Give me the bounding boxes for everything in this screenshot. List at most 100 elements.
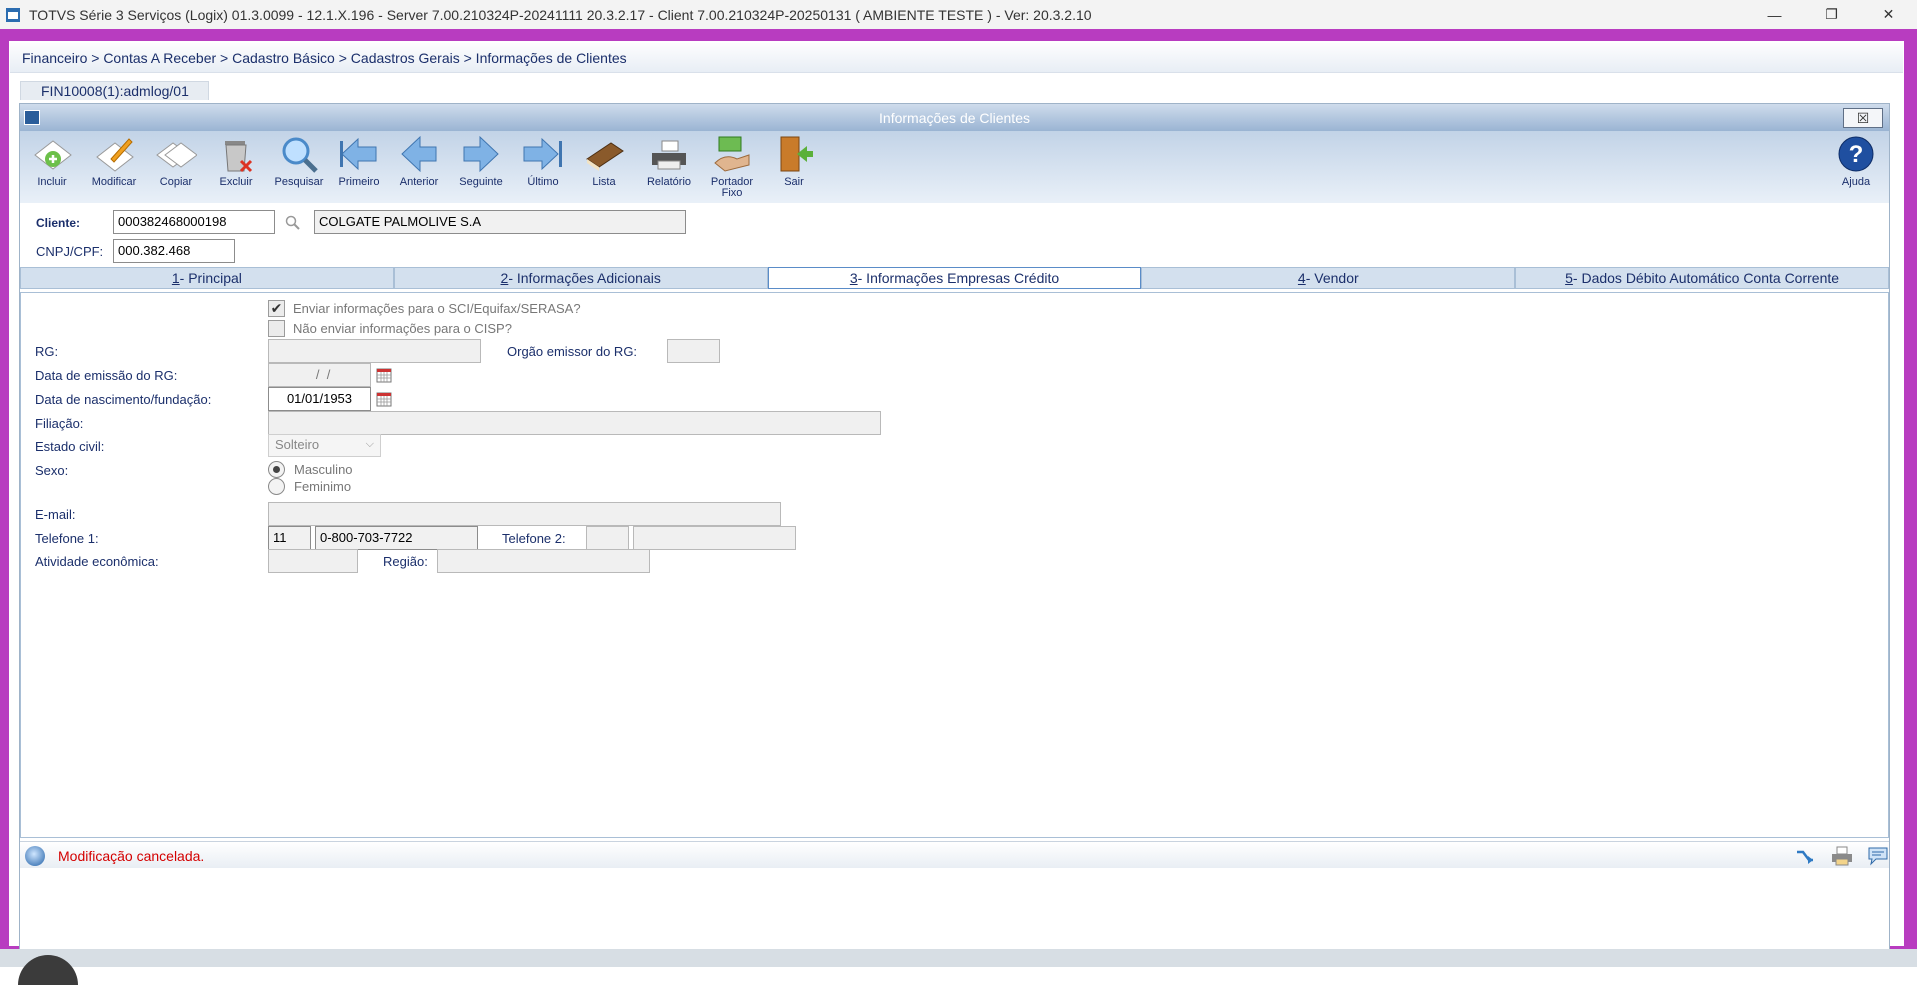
taskbar-strip: [0, 949, 1917, 985]
copiar-label: Copiar: [159, 176, 193, 188]
primeiro-button[interactable]: Primeiro: [333, 133, 385, 201]
first-arrow-icon: [338, 133, 380, 175]
window-close-button[interactable]: ☒: [1843, 108, 1883, 128]
regiao-input[interactable]: [437, 549, 650, 573]
window-title: TOTVS Série 3 Serviços (Logix) 01.3.0099…: [29, 6, 1092, 23]
relatorio-button[interactable]: Relatório: [643, 133, 695, 201]
anterior-button[interactable]: Anterior: [393, 133, 445, 201]
portador-fixo-label: Portador Fixo: [710, 176, 754, 199]
ultimo-label: Último: [527, 176, 559, 188]
tab-vendor[interactable]: 4 - Vendor: [1141, 267, 1516, 289]
email-input[interactable]: [268, 502, 781, 526]
trash-icon: [215, 133, 257, 175]
anterior-label: Anterior: [399, 176, 439, 188]
modificar-label: Modificar: [91, 176, 137, 188]
telefone2-number-input[interactable]: [633, 526, 796, 550]
restore-button[interactable]: ❐: [1803, 0, 1860, 29]
link-icon[interactable]: [1792, 845, 1816, 867]
print-status-icon[interactable]: [1830, 845, 1854, 867]
telefone2-ddd-input[interactable]: [586, 526, 629, 550]
cliente-code-input[interactable]: 000382468000198: [113, 210, 275, 234]
ajuda-button[interactable]: ? Ajuda: [1830, 133, 1882, 201]
message-icon[interactable]: [1866, 845, 1890, 867]
calendar-icon[interactable]: [376, 391, 392, 407]
data-emissao-label: Data de emissão do RG:: [35, 368, 178, 383]
book-icon: [583, 133, 625, 175]
rg-input[interactable]: [268, 339, 481, 363]
window-icon: [24, 110, 40, 125]
cliente-name-input[interactable]: COLGATE PALMOLIVE S.A: [314, 210, 686, 234]
telefone1-ddd-input[interactable]: 11: [268, 526, 311, 550]
sexo-feminino-label: Feminimo: [294, 479, 352, 494]
portador-fixo-button[interactable]: Portador Fixo: [706, 133, 758, 201]
tab-informacoes-empresas-credito[interactable]: 3 - Informações Empresas Crédito: [767, 267, 1142, 289]
rg-label: RG:: [35, 344, 59, 359]
magnifier-icon: [278, 133, 320, 175]
incluir-button[interactable]: Incluir: [26, 133, 78, 201]
calendar-icon[interactable]: [376, 367, 392, 383]
left-arrow-icon: [398, 133, 440, 175]
atividade-economica-input[interactable]: [268, 549, 358, 573]
last-arrow-icon: [522, 133, 564, 175]
estado-civil-select[interactable]: Solteiro ⌵: [268, 434, 381, 457]
telefone1-number-input[interactable]: 0-800-703-7722: [315, 526, 478, 550]
sexo-masculino-radio[interactable]: [268, 461, 285, 478]
data-emissao-input[interactable]: / /: [268, 363, 371, 387]
sair-label: Sair: [784, 176, 804, 188]
window-header: Informações de Clientes ☒: [20, 104, 1889, 131]
regiao-label: Região:: [383, 554, 428, 569]
estado-civil-value: Solteiro: [275, 437, 320, 452]
avatar: [18, 955, 78, 985]
sexo-masculino-label: Masculino: [294, 462, 353, 477]
orgao-emissor-input[interactable]: [667, 339, 720, 363]
radio-dot: [273, 466, 280, 473]
app-frame: Financeiro > Contas A Receber > Cadastro…: [0, 29, 1917, 985]
sci-checkbox-label: Enviar informações para o SCI/Equifax/SE…: [293, 301, 581, 316]
tab-vendor-num: 4: [1297, 270, 1306, 286]
cliente-search-icon[interactable]: [285, 215, 301, 231]
cisp-checkbox[interactable]: [268, 320, 285, 337]
data-nascimento-input[interactable]: 01/01/1953: [268, 387, 371, 411]
telefone1-label: Telefone 1:: [35, 531, 99, 546]
money-hand-icon: [711, 133, 753, 175]
tab-credito-label: - Informações Empresas Crédito: [857, 270, 1060, 286]
tab-debito-automatico[interactable]: 5 - Dados Débito Automático Conta Corren…: [1515, 267, 1889, 289]
window-title-bar: TOTVS Série 3 Serviços (Logix) 01.3.0099…: [0, 0, 1917, 29]
sexo-label: Sexo:: [35, 463, 69, 478]
add-document-icon: [31, 133, 73, 175]
seguinte-button[interactable]: Seguinte: [455, 133, 507, 201]
tab-informacoes-adicionais[interactable]: 2 - Informações Adicionais: [393, 267, 768, 289]
right-arrow-icon: [460, 133, 502, 175]
tab-principal-num: 1: [171, 270, 180, 286]
sci-checkbox[interactable]: ✔: [268, 300, 285, 317]
status-globe-icon: [25, 846, 45, 866]
modificar-button[interactable]: Modificar: [88, 133, 140, 201]
primeiro-label: Primeiro: [338, 176, 380, 188]
tab-adicionais-label: - Informações Adicionais: [508, 270, 661, 286]
close-button[interactable]: ✕: [1860, 0, 1917, 29]
chevron-down-icon: ⌵: [365, 438, 374, 450]
tab-principal[interactable]: 1 - Principal: [20, 267, 394, 289]
filiacao-input[interactable]: [268, 411, 881, 435]
excluir-button[interactable]: Excluir: [210, 133, 262, 201]
app-icon: [6, 7, 20, 22]
svg-text:?: ?: [1849, 141, 1864, 168]
edit-document-icon: [93, 133, 135, 175]
cnpj-input[interactable]: 000.382.468: [113, 239, 235, 263]
status-bar: Modificação cancelada.: [20, 841, 1889, 868]
orgao-emissor-label: Orgão emissor do RG:: [507, 344, 638, 359]
lista-button[interactable]: Lista: [578, 133, 630, 201]
copiar-button[interactable]: Copiar: [150, 133, 202, 201]
tab-debito-num: 5: [1565, 270, 1573, 286]
toolbar: Incluir Modificar Copiar Excluir Pesquis…: [20, 131, 1889, 203]
breadcrumb: Financeiro > Contas A Receber > Cadastro…: [10, 43, 1903, 73]
sair-button[interactable]: Sair: [768, 133, 820, 201]
sexo-feminino-radio[interactable]: [268, 478, 285, 495]
relatorio-label: Relatório: [646, 176, 692, 188]
minimize-button[interactable]: —: [1746, 0, 1803, 29]
window-header-title: Informações de Clientes: [879, 109, 1030, 126]
pesquisar-button[interactable]: Pesquisar: [273, 133, 325, 201]
ultimo-button[interactable]: Último: [517, 133, 569, 201]
program-tab[interactable]: FIN10008(1):admlog/01: [20, 81, 209, 100]
cisp-checkbox-label: Não enviar informações para o CISP?: [293, 321, 512, 336]
